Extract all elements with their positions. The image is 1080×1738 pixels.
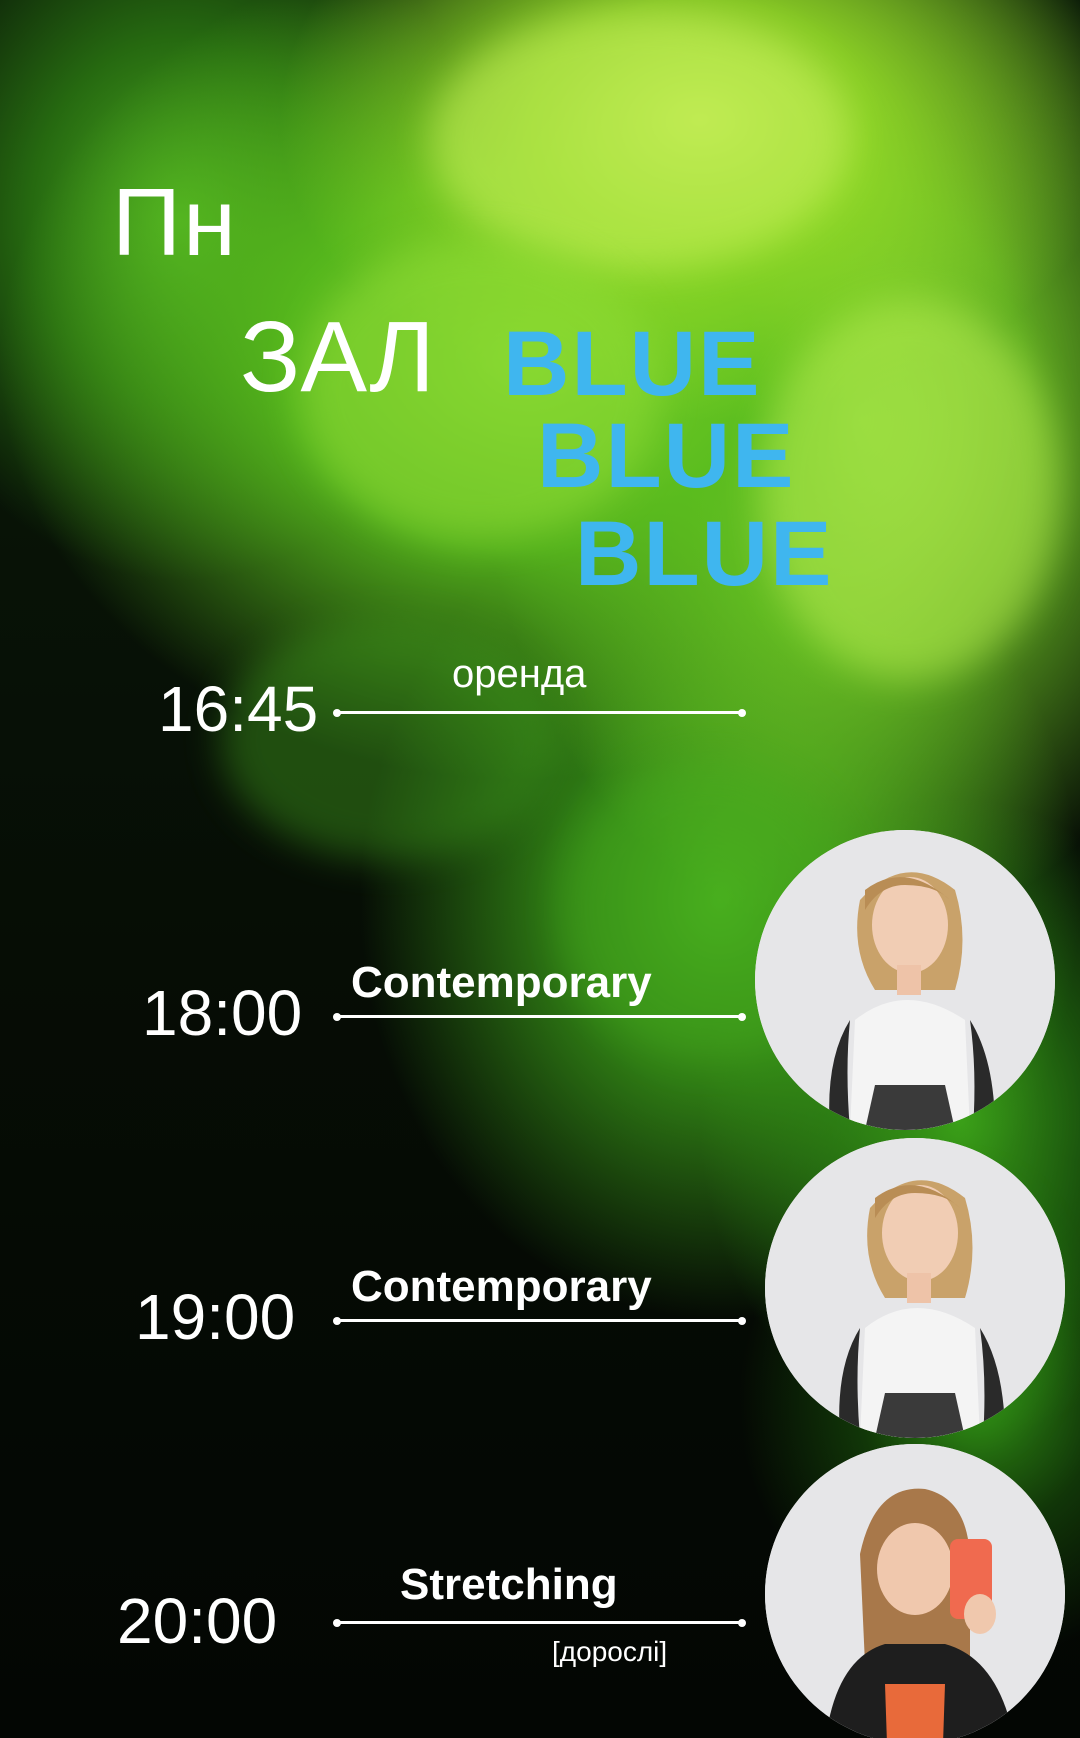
instructor-avatar [765,1138,1065,1438]
time-slot-4: 20:00 [117,1585,278,1657]
smoke-decoration [430,10,850,270]
line-start-dot [333,709,341,717]
time-slot-1: 16:45 [158,673,319,745]
hall-name-line-1: BLUE [503,313,762,415]
line-end-dot [738,1619,746,1627]
time-slot-3: 19:00 [135,1281,296,1353]
instructor-photo-illustration [765,1138,1065,1438]
hall-name-line-3: BLUE [575,503,834,605]
line-end-dot [738,1317,746,1325]
class-title-3: Contemporary [351,1262,652,1311]
line-start-dot [333,1619,341,1627]
time-slot-2: 18:00 [142,977,303,1049]
line-start-dot [333,1317,341,1325]
hall-name-line-2: BLUE [537,405,796,507]
instructor-photo-illustration [765,1444,1065,1738]
instructor-photo-illustration [755,830,1055,1130]
class-title-1: оренда [452,652,587,696]
class-title-2: Contemporary [351,958,652,1007]
schedule-line-2 [336,1015,744,1018]
instructor-avatar [755,830,1055,1130]
hall-label: ЗАЛ [240,301,435,413]
schedule-line-3 [336,1319,744,1322]
day-title: Пн [112,169,239,276]
class-title-4: Stretching [400,1560,618,1609]
instructor-avatar [765,1444,1065,1738]
line-end-dot [738,709,746,717]
line-end-dot [738,1013,746,1021]
schedule-line-1 [336,711,744,714]
schedule-poster: Пн ЗАЛ BLUE BLUE BLUE 16:45 оренда 18:00… [0,0,1080,1738]
line-start-dot [333,1013,341,1021]
class-note-4: [дорослі] [552,1636,668,1667]
smoke-decoration [760,300,1060,680]
schedule-line-4 [336,1621,744,1624]
